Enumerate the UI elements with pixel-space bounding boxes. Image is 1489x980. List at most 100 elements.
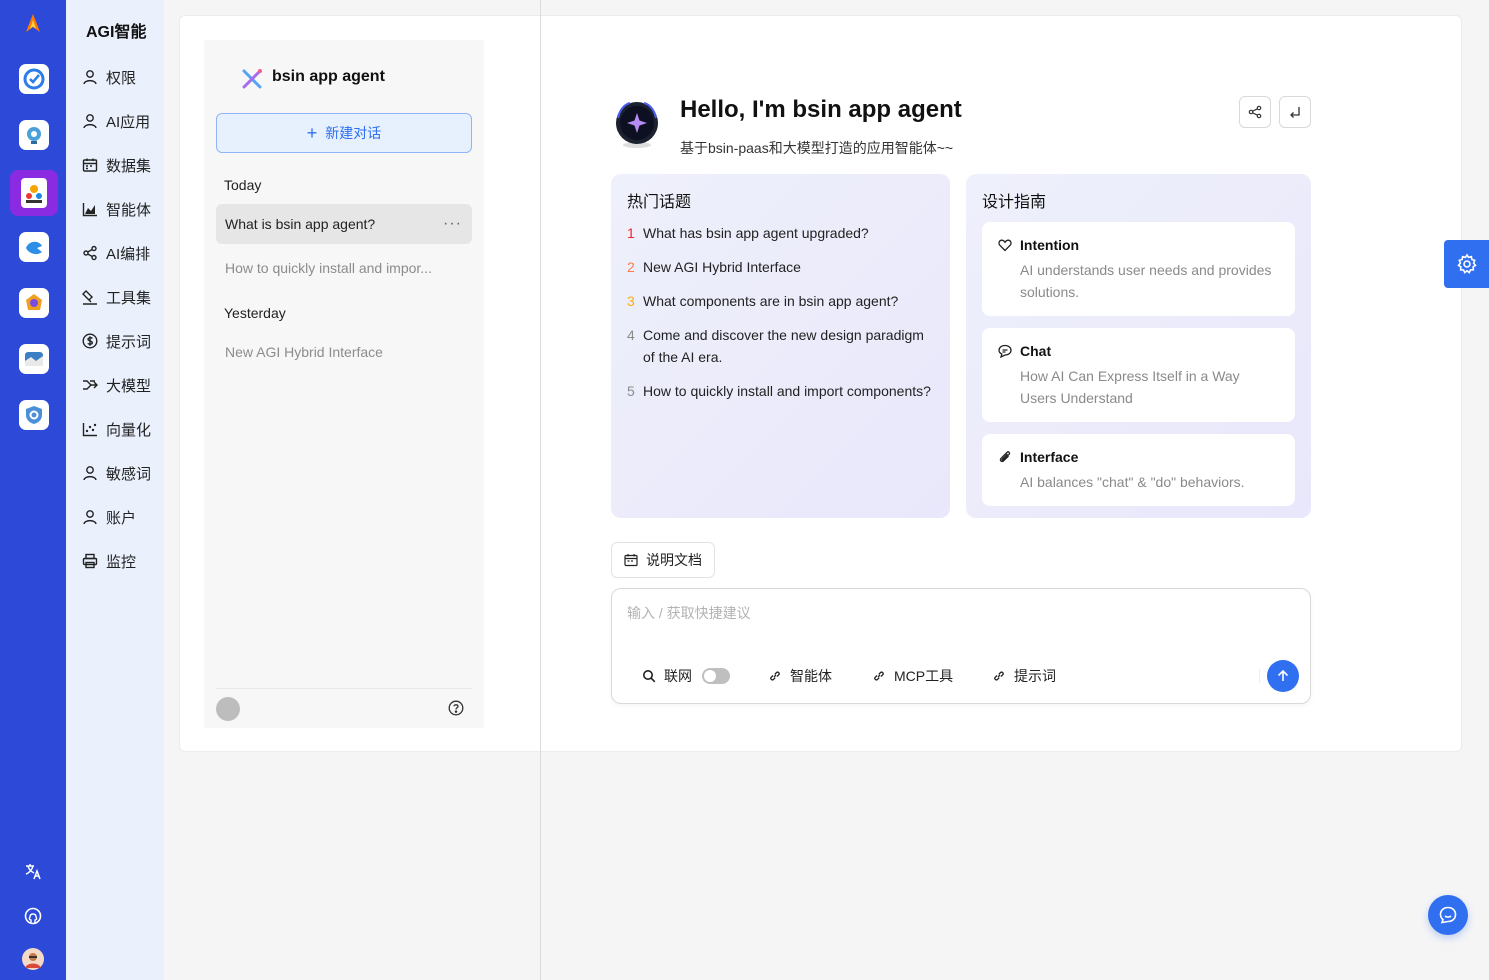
menu-item-ai-orchestration[interactable]: AI编排 <box>82 241 150 265</box>
menu-item-label: 监控 <box>106 553 137 571</box>
web-search-option[interactable]: 联网 <box>642 666 730 686</box>
conversation-title: New AGI Hybrid Interface <box>225 344 383 360</box>
guide-item-desc: How AI Can Express Itself in a Way Users… <box>1020 368 1240 406</box>
mcp-tools-option[interactable]: MCP工具 <box>872 666 953 686</box>
app-1-icon[interactable] <box>19 64 49 94</box>
menu-item-vectorization[interactable]: 向量化 <box>82 417 151 441</box>
guide-item-intention[interactable]: Intention AI understands user needs and … <box>982 222 1295 316</box>
menu-item-label: 敏感词 <box>106 465 152 483</box>
prompt-option[interactable]: 提示词 <box>992 666 1056 686</box>
menu-item-label: 提示词 <box>106 333 152 351</box>
area-chart-icon <box>82 203 97 217</box>
conversation-title: What is bsin app agent? <box>225 216 376 232</box>
plus-icon: + <box>306 123 318 143</box>
enter-icon <box>1290 107 1300 118</box>
group-label-yesterday: Yesterday <box>224 305 286 321</box>
share-icon <box>83 245 97 261</box>
brand-logo-icon[interactable] <box>21 12 45 36</box>
github-icon[interactable] <box>21 904 45 928</box>
link-icon <box>994 671 1004 681</box>
exit-button[interactable] <box>1279 96 1311 128</box>
menu-item-ai-apps[interactable]: AI应用 <box>82 109 150 133</box>
rank-number: 1 <box>627 225 635 241</box>
user-avatar[interactable] <box>21 947 45 971</box>
paperclip-icon <box>999 451 1011 463</box>
chat-input-box[interactable]: 输入 / 获取快捷建议 联网 智能体 MCP工具 提示词 <box>611 588 1311 704</box>
conversation-panel: bsin app agent + 新建对话 Today What is bsin… <box>204 40 484 728</box>
agent-name: bsin app agent <box>272 68 385 85</box>
dot-chart-icon <box>82 423 97 437</box>
avatar[interactable] <box>216 697 240 721</box>
bot-avatar <box>612 100 662 150</box>
hot-topics-card: 热门话题 1 What has bsin app agent upgraded?… <box>611 174 950 518</box>
rank-number: 4 <box>627 327 635 343</box>
more-icon[interactable]: ··· <box>443 215 462 233</box>
hot-topic-item[interactable]: 5 How to quickly install and import comp… <box>627 380 937 402</box>
welcome-subtitle: 基于bsin-paas和大模型打造的应用智能体~~ <box>680 140 954 156</box>
design-guide-card: 设计指南 Intention AI understands user needs… <box>966 174 1311 518</box>
hot-topic-item[interactable]: 2 New AGI Hybrid Interface <box>627 256 937 278</box>
settings-button[interactable] <box>1444 240 1489 288</box>
documentation-button[interactable]: 说明文档 <box>611 542 715 578</box>
app-5-icon[interactable] <box>19 288 49 318</box>
menu-item-label: 智能体 <box>106 201 152 219</box>
hot-topic-text: How to quickly install and import compon… <box>643 383 931 399</box>
hot-topic-item[interactable]: 4 Come and discover the new design parad… <box>627 324 937 368</box>
group-label-today: Today <box>224 177 262 193</box>
menu-item-label: 数据集 <box>106 157 152 175</box>
documentation-label: 说明文档 <box>646 552 702 568</box>
menu-item-datasets[interactable]: 数据集 <box>82 153 151 177</box>
hot-topic-item[interactable]: 3 What components are in bsin app agent? <box>627 290 937 312</box>
conversation-item[interactable]: What is bsin app agent? ··· <box>216 204 472 244</box>
question-circle-icon[interactable] <box>448 700 464 716</box>
share-button[interactable] <box>1239 96 1271 128</box>
conversation-item[interactable]: How to quickly install and impor... <box>216 248 472 288</box>
hot-topic-item[interactable]: 1 What has bsin app agent upgraded? <box>627 222 937 244</box>
menu-item-llm[interactable]: 大模型 <box>82 373 151 397</box>
hot-topic-text: What components are in bsin app agent? <box>643 293 899 309</box>
app-3-icon[interactable] <box>21 178 47 208</box>
menu-item-label: 向量化 <box>106 421 152 439</box>
chat-support-button[interactable] <box>1428 895 1468 935</box>
app-4-icon[interactable] <box>19 232 49 262</box>
guide-item-desc: AI balances "chat" & "do" behaviors. <box>1020 474 1245 490</box>
guide-item-name: Interface <box>1020 449 1079 465</box>
comment-icon <box>998 344 1012 358</box>
web-search-label: 联网 <box>664 668 692 684</box>
share-icon <box>1248 105 1262 119</box>
translate-icon[interactable] <box>21 859 45 883</box>
web-search-toggle[interactable] <box>702 668 730 684</box>
dollar-icon <box>82 333 98 349</box>
hot-topic-text: Come and discover the new design paradig… <box>643 327 924 365</box>
new-conversation-button[interactable]: + 新建对话 <box>216 113 472 153</box>
menu-item-sensitive-words[interactable]: 敏感词 <box>82 461 151 485</box>
link-icon <box>874 671 884 681</box>
menu-item-accounts[interactable]: 账户 <box>82 505 136 529</box>
guide-item-interface[interactable]: Interface AI balances "chat" & "do" beha… <box>982 434 1295 506</box>
heart-icon <box>998 239 1012 252</box>
app-7-icon[interactable] <box>19 400 49 430</box>
app-2-icon[interactable] <box>19 120 49 150</box>
agent-option[interactable]: 智能体 <box>768 666 832 686</box>
send-button[interactable] <box>1267 660 1299 692</box>
app-6-icon[interactable] <box>19 344 49 374</box>
menu-item-monitoring[interactable]: 监控 <box>82 549 136 573</box>
menu-item-prompts[interactable]: 提示词 <box>82 329 151 353</box>
menu-item-toolsets[interactable]: 工具集 <box>82 285 151 309</box>
prompt-label: 提示词 <box>1014 668 1056 684</box>
app-bar <box>0 0 66 980</box>
chat-bubble-icon <box>1439 906 1457 924</box>
menu-item-label: 工具集 <box>106 289 152 307</box>
menu-item-label: AI应用 <box>106 113 151 131</box>
menu-title: AGI智能 <box>86 24 147 41</box>
merge-icon <box>83 380 98 390</box>
guide-item-chat[interactable]: Chat How AI Can Express Itself in a Way … <box>982 328 1295 422</box>
conversation-title: How to quickly install and impor... <box>225 260 432 276</box>
conversation-item[interactable]: New AGI Hybrid Interface <box>216 332 472 372</box>
link-icon <box>770 671 780 681</box>
divider <box>216 688 472 689</box>
gear-icon <box>1456 253 1477 274</box>
menu-item-agents[interactable]: 智能体 <box>82 197 151 221</box>
menu-item-permissions[interactable]: 权限 <box>82 65 136 89</box>
user-icon <box>83 510 97 525</box>
